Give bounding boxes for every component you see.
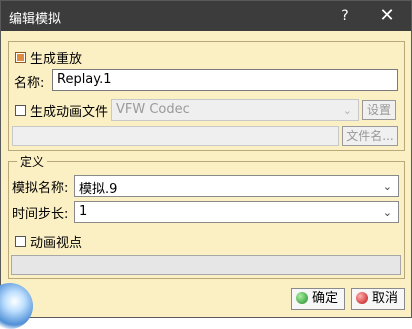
definition-legend: 定义 bbox=[17, 153, 48, 170]
chevron-down-icon: ⌄ bbox=[382, 206, 392, 219]
ok-label: 确定 bbox=[312, 291, 339, 306]
ok-icon bbox=[296, 292, 308, 304]
title-bar: 编辑模拟 ? ✕ bbox=[1, 1, 411, 31]
cancel-icon bbox=[356, 292, 368, 304]
chevron-down-icon: ⌄ bbox=[342, 104, 352, 117]
generate-replay-checkbox[interactable] bbox=[15, 52, 26, 63]
edit-simulation-dialog: 编辑模拟 ? ✕ 生成重放 名称: Replay.1 生成动画文件 VFW Co… bbox=[0, 0, 412, 329]
name-label: 名称: bbox=[14, 76, 45, 91]
cancel-button[interactable]: 取消 bbox=[351, 288, 405, 310]
filename-field[interactable] bbox=[12, 126, 339, 146]
codec-value: VFW Codec bbox=[116, 102, 190, 117]
ok-button[interactable]: 确定 bbox=[291, 288, 345, 310]
sim-name-value: 模拟.9 bbox=[79, 182, 118, 197]
chevron-down-icon: ⌄ bbox=[382, 180, 392, 193]
name-field[interactable]: Replay.1 bbox=[52, 69, 398, 91]
generate-replay-label: 生成重放 bbox=[30, 52, 83, 67]
progress-bar bbox=[11, 255, 401, 275]
sim-name-select[interactable]: 模拟.9 ⌄ bbox=[74, 175, 399, 197]
settings-button[interactable]: 设置 bbox=[362, 100, 396, 120]
app-logo-icon bbox=[0, 283, 33, 329]
definition-group: 定义 模拟名称: 模拟.9 ⌄ 时间步长: 1 ⌄ 动画视点 bbox=[8, 153, 405, 279]
anim-viewpoint-label: 动画视点 bbox=[30, 236, 83, 251]
generate-anim-label: 生成动画文件 bbox=[30, 105, 109, 120]
filename-button[interactable]: 文件名... bbox=[342, 126, 398, 146]
time-step-value: 1 bbox=[79, 204, 88, 219]
anim-viewpoint-checkbox[interactable] bbox=[15, 236, 26, 247]
sim-name-label: 模拟名称: bbox=[12, 181, 69, 196]
codec-select[interactable]: VFW Codec ⌄ bbox=[111, 99, 359, 121]
dialog-title: 编辑模拟 bbox=[9, 12, 62, 27]
time-step-label: 时间步长: bbox=[12, 207, 69, 222]
replay-group: 生成重放 名称: Replay.1 生成动画文件 VFW Codec ⌄ 设置 … bbox=[8, 41, 405, 151]
help-icon[interactable]: ? bbox=[331, 5, 359, 27]
generate-anim-checkbox[interactable] bbox=[15, 105, 26, 116]
time-step-select[interactable]: 1 ⌄ bbox=[74, 201, 399, 223]
cancel-label: 取消 bbox=[372, 291, 399, 306]
close-icon[interactable]: ✕ bbox=[373, 5, 401, 27]
